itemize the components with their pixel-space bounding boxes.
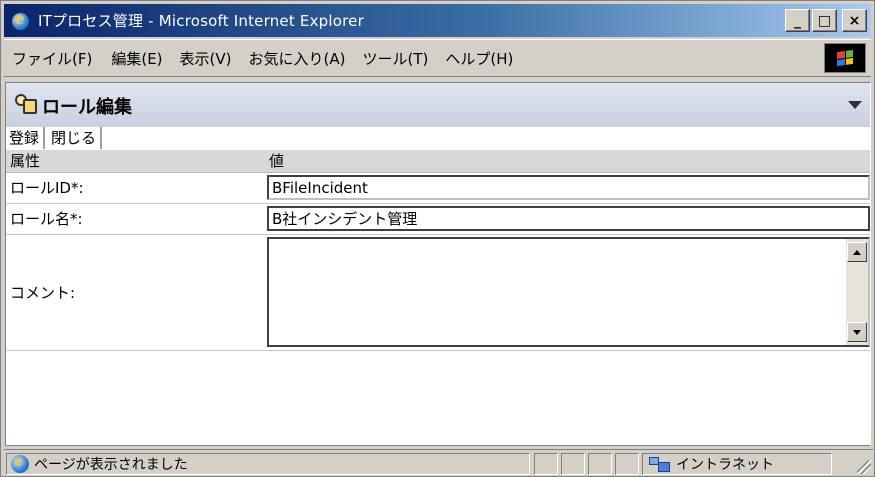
- scroll-down-icon: [853, 329, 861, 335]
- close-button[interactable]: ×: [842, 9, 867, 32]
- header-value: 値: [265, 150, 870, 173]
- minimize-button[interactable]: _: [785, 9, 810, 32]
- role-id-label: ロールID*:: [6, 172, 265, 204]
- window-title: ITプロセス管理 - Microsoft Internet Explorer: [38, 12, 364, 30]
- table-row: コメント:: [6, 234, 870, 351]
- scroll-up-button[interactable]: [847, 242, 867, 262]
- header-attribute: 属性: [6, 150, 265, 173]
- page-header: ロール編集: [6, 83, 870, 127]
- minimize-icon: _: [794, 12, 801, 29]
- action-toolbar: 登録 閉じる: [6, 127, 870, 149]
- comment-textarea[interactable]: [267, 237, 870, 347]
- browser-window: e ITプロセス管理 - Microsoft Internet Explorer…: [0, 0, 875, 477]
- windows-logo-icon: [824, 43, 866, 73]
- menu-favorites[interactable]: お気に入り(A): [249, 48, 346, 69]
- menu-bar: ファイル(F) 編集(E) 表示(V) お気に入り(A) ツール(T) ヘルプ(…: [4, 39, 871, 77]
- security-zone-panel: イントラネット: [642, 453, 832, 475]
- scroll-up-icon: [853, 249, 861, 255]
- close-icon: ×: [848, 12, 861, 29]
- status-text: ページが表示されました: [34, 457, 188, 473]
- status-main-panel: ページが表示されました: [6, 452, 530, 475]
- status-panel: [588, 453, 612, 475]
- title-bar: e ITプロセス管理 - Microsoft Internet Explorer…: [4, 4, 871, 37]
- menu-view[interactable]: 表示(V): [180, 48, 232, 69]
- table-header: 属性 値: [6, 150, 870, 173]
- status-panel: [534, 453, 558, 475]
- scroll-down-button[interactable]: [847, 322, 867, 342]
- role-edit-icon: [14, 92, 38, 116]
- comment-label: コメント:: [6, 234, 265, 351]
- table-row: ロールID*:: [6, 172, 870, 204]
- ie-icon: e: [10, 9, 32, 32]
- status-panel: [561, 453, 585, 475]
- table-row: ロール名*:: [6, 203, 870, 235]
- menu-edit[interactable]: 編集(E): [111, 48, 162, 69]
- status-bar: ページが表示されました イントラネット: [4, 449, 873, 476]
- role-name-label: ロール名*:: [6, 203, 265, 235]
- role-name-input[interactable]: [267, 206, 870, 231]
- close-page-button[interactable]: 閉じる: [48, 127, 103, 149]
- maximize-button[interactable]: □: [812, 9, 837, 32]
- collapse-arrow-icon[interactable]: [848, 101, 862, 109]
- status-panel: [615, 453, 639, 475]
- page-title: ロール編集: [42, 97, 132, 118]
- maximize-icon: □: [817, 12, 832, 29]
- register-button[interactable]: 登録: [6, 127, 46, 149]
- menu-file[interactable]: ファイル(F): [12, 48, 92, 69]
- menu-help[interactable]: ヘルプ(H): [445, 48, 513, 69]
- resize-grip-icon[interactable]: [857, 460, 871, 474]
- role-id-input[interactable]: [267, 175, 870, 200]
- page-content: ロール編集 登録 閉じる 属性 値 ロールID*: ロール名*: コメント:: [5, 82, 871, 446]
- menu-tools[interactable]: ツール(T): [362, 48, 428, 69]
- comment-scrollbar[interactable]: [846, 239, 868, 345]
- page-done-icon: [11, 452, 29, 473]
- attribute-table: 属性 値 ロールID*: ロール名*: コメント:: [6, 150, 870, 351]
- window-controls: _ □ ×: [785, 9, 867, 32]
- zone-text: イントラネット: [676, 457, 774, 473]
- intranet-icon: [649, 455, 671, 473]
